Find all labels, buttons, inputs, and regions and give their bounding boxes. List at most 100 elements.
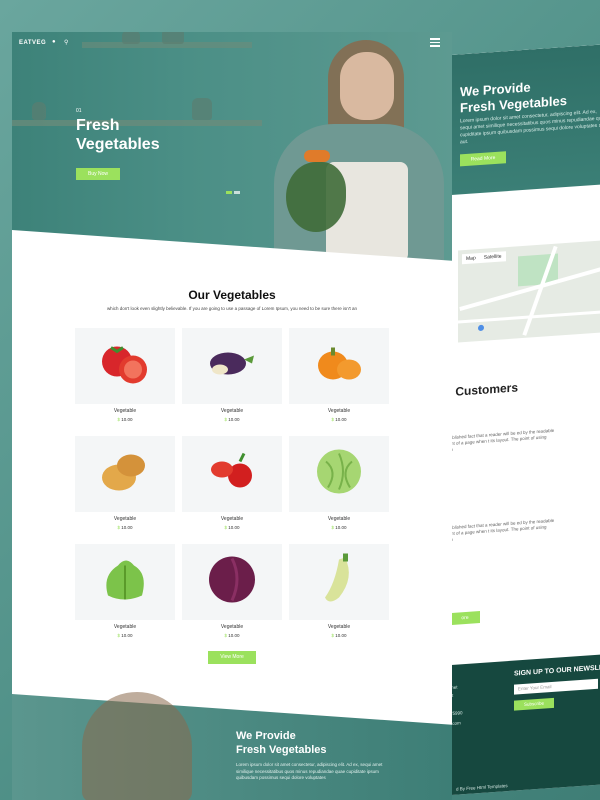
price-value: 10.00 bbox=[121, 633, 133, 638]
vegetable-price: $ 10.00 bbox=[289, 417, 389, 422]
search-icon[interactable]: ⚲ bbox=[64, 39, 68, 46]
price-currency: $ bbox=[117, 633, 120, 638]
vegetable-image[interactable] bbox=[182, 544, 282, 620]
hero-title-line1: Fresh bbox=[76, 117, 120, 134]
vegetable-card[interactable]: Vegetable $ 10.00 bbox=[182, 544, 282, 638]
location-map[interactable]: Map Satellite bbox=[458, 239, 600, 343]
price-value: 10.00 bbox=[121, 417, 133, 422]
price-currency: $ bbox=[331, 525, 334, 530]
vegetable-card[interactable]: Vegetable $ 10.00 bbox=[289, 436, 389, 530]
hero-title: Fresh Vegetables bbox=[76, 116, 160, 154]
customer-testimonial-1: g established fact that a reader will be… bbox=[440, 427, 555, 453]
slider-dot-active[interactable] bbox=[226, 191, 232, 194]
about-title: We Provide Fresh Vegetables bbox=[236, 729, 327, 757]
price-value: 10.00 bbox=[335, 525, 347, 530]
section-subtitle: which don't look even slightly believabl… bbox=[106, 306, 358, 311]
vegetable-name[interactable]: Vegetable bbox=[289, 408, 389, 414]
vegetable-price: $ 10.00 bbox=[75, 633, 175, 638]
customer-testimonial-2: g established fact that a reader will be… bbox=[440, 517, 555, 543]
vegetable-image[interactable] bbox=[289, 328, 389, 404]
slider-dots bbox=[226, 191, 240, 194]
eggplant-icon bbox=[206, 344, 258, 389]
newsletter-email-input[interactable]: Enter Your Email bbox=[514, 678, 598, 695]
vegetable-price: $ 10.00 bbox=[182, 417, 282, 422]
brand-logo[interactable]: EATVEG bbox=[19, 40, 46, 46]
hero-banner: EATVEG ● ⚲ 01 Fresh Vegetables Buy Now bbox=[12, 32, 452, 284]
price-currency: $ bbox=[117, 417, 120, 422]
jar bbox=[162, 32, 184, 44]
slide-number: 01 bbox=[76, 108, 82, 114]
user-icon[interactable]: ● bbox=[52, 39, 56, 45]
map-tab-satellite[interactable]: Satellite bbox=[480, 251, 506, 263]
cabbage-icon bbox=[314, 448, 364, 501]
footer-credit: d By Free Html Templates bbox=[456, 783, 508, 792]
price-value: 10.00 bbox=[121, 525, 133, 530]
about-text: Lorem ipsum dolor sit amet consectetur, … bbox=[236, 762, 383, 780]
pumpkin-icon bbox=[313, 344, 365, 389]
zucchini-icon bbox=[319, 553, 359, 611]
price-value: 10.00 bbox=[228, 417, 240, 422]
price-value: 10.00 bbox=[228, 525, 240, 530]
view-more-button[interactable]: View More bbox=[208, 651, 256, 664]
vegetable-name[interactable]: Vegetable bbox=[289, 516, 389, 522]
price-currency: $ bbox=[224, 633, 227, 638]
about-title-line2: Fresh Vegetables bbox=[236, 744, 327, 756]
vegetable-name[interactable]: Vegetable bbox=[182, 624, 282, 630]
hero-title-line2: Vegetables bbox=[76, 136, 160, 153]
map-tab-map[interactable]: Map bbox=[462, 253, 480, 264]
vegetable-card[interactable]: Vegetable $ 10.00 bbox=[75, 544, 175, 638]
bell-pepper-icon bbox=[206, 452, 258, 497]
newsletter-title: SIGN UP TO OUR NEWSLETT bbox=[514, 663, 600, 678]
vegetable-price: $ 10.00 bbox=[289, 633, 389, 638]
vegetable-name[interactable]: Vegetable bbox=[289, 624, 389, 630]
greens bbox=[286, 162, 346, 232]
jar bbox=[192, 98, 212, 120]
customers-more-button[interactable]: ore bbox=[450, 611, 480, 626]
carrot bbox=[304, 150, 330, 162]
vegetable-price: $ 10.00 bbox=[75, 525, 175, 530]
buy-now-button[interactable]: Buy Now bbox=[76, 168, 120, 180]
vegetable-card[interactable]: Vegetable $ 10.00 bbox=[182, 436, 282, 530]
price-currency: $ bbox=[331, 417, 334, 422]
vegetable-card[interactable]: Vegetable $ 10.00 bbox=[75, 436, 175, 530]
price-value: 10.00 bbox=[335, 633, 347, 638]
map-type-tabs: Map Satellite bbox=[462, 251, 506, 265]
vegetable-image[interactable] bbox=[75, 436, 175, 512]
vegetable-image[interactable] bbox=[182, 328, 282, 404]
vegetable-image[interactable] bbox=[289, 436, 389, 512]
vegetable-card[interactable]: Vegetable $ 10.00 bbox=[289, 544, 389, 638]
vegetable-card[interactable]: Vegetable $ 10.00 bbox=[182, 328, 282, 422]
vegetable-image[interactable] bbox=[75, 544, 175, 620]
vegetable-price: $ 10.00 bbox=[75, 417, 175, 422]
map-pin-icon[interactable] bbox=[478, 324, 484, 332]
lettuce-icon bbox=[100, 556, 150, 609]
vegetable-name[interactable]: Vegetable bbox=[75, 624, 175, 630]
hamburger-menu-icon[interactable] bbox=[430, 38, 440, 47]
back-hero-title: We Provide Fresh Vegetables bbox=[460, 77, 567, 116]
about-woman-image bbox=[82, 692, 192, 800]
vegetable-name[interactable]: Vegetable bbox=[182, 408, 282, 414]
vegetable-card[interactable]: Vegetable $ 10.00 bbox=[289, 328, 389, 422]
jar bbox=[32, 102, 46, 120]
vegetable-price: $ 10.00 bbox=[182, 633, 282, 638]
price-currency: $ bbox=[117, 525, 120, 530]
vegetable-name[interactable]: Vegetable bbox=[182, 516, 282, 522]
vegetable-name[interactable]: Vegetable bbox=[75, 408, 175, 414]
potato-icon bbox=[99, 450, 151, 499]
red-cabbage-icon bbox=[207, 555, 257, 610]
vegetable-image[interactable] bbox=[75, 328, 175, 404]
read-more-button[interactable]: Read More bbox=[460, 151, 506, 167]
hero-woman-face bbox=[340, 52, 394, 120]
price-currency: $ bbox=[224, 525, 227, 530]
tomato-icon bbox=[99, 342, 151, 391]
price-currency: $ bbox=[331, 633, 334, 638]
jar bbox=[122, 32, 140, 44]
main-page-preview: EATVEG ● ⚲ 01 Fresh Vegetables Buy Now O… bbox=[12, 32, 452, 800]
vegetable-card[interactable]: Vegetable $ 10.00 bbox=[75, 328, 175, 422]
vegetable-name[interactable]: Vegetable bbox=[75, 516, 175, 522]
vegetable-image[interactable] bbox=[182, 436, 282, 512]
vegetable-image[interactable] bbox=[289, 544, 389, 620]
slider-dot[interactable] bbox=[234, 191, 240, 194]
about-title-line1: We Provide bbox=[236, 730, 296, 742]
subscribe-button[interactable]: Subscribe bbox=[514, 697, 554, 711]
